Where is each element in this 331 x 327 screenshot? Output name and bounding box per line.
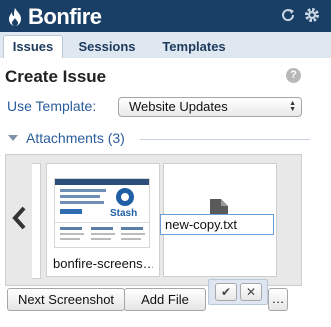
checkmark-icon[interactable]: ✔ bbox=[215, 283, 237, 301]
template-select-value: Website Updates bbox=[129, 99, 228, 114]
template-label: Use Template: bbox=[7, 98, 97, 114]
tab-issues[interactable]: Issues bbox=[3, 35, 63, 59]
attachment-filename: bonfire-screens… bbox=[53, 256, 153, 271]
add-file-button[interactable]: Add File bbox=[124, 288, 206, 311]
divider bbox=[140, 139, 310, 140]
chevron-left-icon[interactable] bbox=[9, 205, 31, 231]
thumbnail-stash-text: Stash bbox=[110, 208, 138, 219]
tab-templates[interactable]: Templates bbox=[155, 36, 233, 58]
close-icon[interactable]: ✕ bbox=[240, 283, 262, 301]
attachments-label: Attachments (3) bbox=[26, 130, 125, 146]
attachments-header[interactable]: Attachments (3) bbox=[8, 130, 310, 148]
stash-logo-icon bbox=[116, 188, 134, 206]
app-header: Bonfire bbox=[0, 0, 331, 33]
select-arrows-icon: ▲ ▼ bbox=[289, 100, 296, 113]
page-title: Create Issue bbox=[5, 67, 107, 86]
attachment-card-screenshot[interactable]: Stash bonfire-screens… bbox=[46, 163, 160, 277]
more-button[interactable]: … bbox=[268, 288, 288, 311]
gear-icon[interactable] bbox=[303, 6, 321, 24]
create-issue-panel: Create Issue ? Use Template: Website Upd… bbox=[0, 58, 331, 327]
help-icon[interactable]: ? bbox=[286, 68, 301, 83]
screenshot-thumbnail[interactable]: Stash bbox=[54, 178, 150, 248]
filename-input[interactable]: new-copy.txt bbox=[160, 214, 274, 235]
app-logo: Bonfire bbox=[6, 4, 102, 30]
next-screenshot-button[interactable]: Next Screenshot bbox=[7, 288, 125, 311]
collapse-triangle-icon[interactable] bbox=[8, 135, 18, 141]
tab-sessions[interactable]: Sessions bbox=[71, 36, 143, 58]
app-name: Bonfire bbox=[28, 4, 102, 29]
tab-bar: Issues Sessions Templates bbox=[0, 32, 331, 59]
refresh-icon[interactable] bbox=[279, 6, 297, 24]
rename-confirm-bar: ✔ ✕ bbox=[208, 279, 268, 305]
template-select[interactable]: Website Updates ▲ ▼ bbox=[118, 97, 302, 117]
flame-icon bbox=[9, 8, 21, 26]
attachment-card-partial[interactable] bbox=[32, 163, 41, 279]
